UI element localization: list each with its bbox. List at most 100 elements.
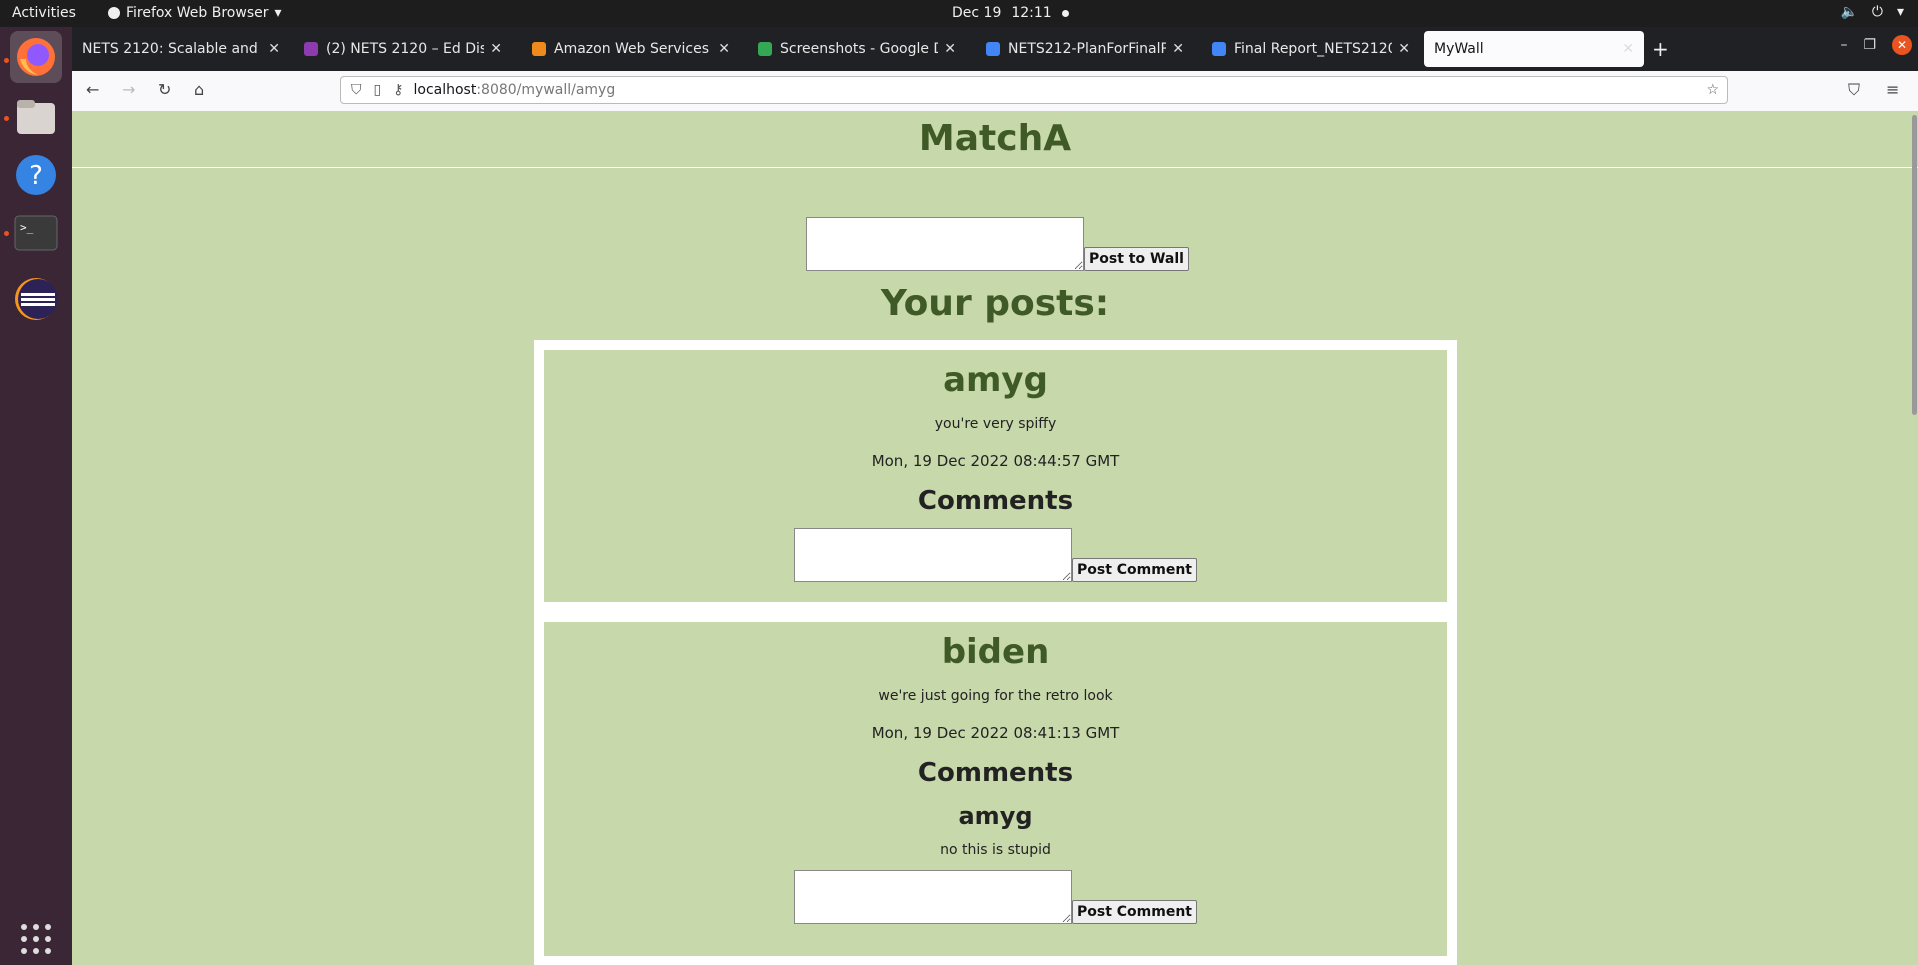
svg-text:>_: >_ (20, 221, 34, 234)
tab-label: Screenshots - Google Dri (780, 41, 939, 57)
chevron-down-icon: ▾ (274, 5, 282, 21)
tab-final-report[interactable]: Final Report_NETS2120 - ✕ (1202, 31, 1420, 67)
eclipse-icon (15, 278, 58, 320)
url-path: :8080/mywall/amyg (476, 82, 616, 98)
tab-label: Amazon Web Services Sig (554, 41, 712, 57)
minimize-icon[interactable]: – (1840, 37, 1847, 53)
docs-favicon-icon (1212, 42, 1226, 56)
close-window-icon[interactable]: ✕ (1892, 35, 1912, 55)
posts-list: amyg you're very spiffy Mon, 19 Dec 2022… (534, 340, 1457, 965)
folder-icon (17, 100, 55, 134)
page-info-icon[interactable]: ▯ (374, 82, 382, 98)
dock-help[interactable]: ? (10, 149, 62, 201)
chevron-down-icon: ▾ (1896, 4, 1904, 20)
page-content: MatchA Post to Wall Your posts: amyg you… (72, 111, 1918, 965)
apps-grid-icon (21, 924, 51, 954)
browser-window: NETS 2120: Scalable and Clo ✕ (2) NETS 2… (72, 27, 1918, 965)
tab-aws-signin[interactable]: Amazon Web Services Sig ✕ (522, 31, 740, 67)
close-tab-icon[interactable]: ✕ (268, 41, 280, 57)
restore-icon[interactable]: ❐ (1863, 37, 1876, 53)
new-tab-button[interactable]: + (1652, 37, 1669, 61)
comment-text: no this is stupid (940, 842, 1051, 858)
comments-heading: Comments (917, 758, 1074, 788)
running-indicator (4, 116, 9, 121)
post-content: you're very spiffy (934, 416, 1057, 432)
url-bar[interactable]: ⛉ ▯ ⚷ localhost:8080/mywall/amyg ☆ (340, 76, 1728, 104)
running-indicator (4, 58, 9, 63)
page-scrollbar[interactable] (1910, 111, 1918, 965)
wall-post-input[interactable] (806, 217, 1084, 271)
tab-google-drive[interactable]: Screenshots - Google Dri ✕ (748, 31, 966, 67)
close-tab-icon[interactable]: ✕ (1398, 41, 1410, 57)
terminal-icon: >_ (14, 215, 58, 251)
close-tab-icon[interactable]: ✕ (718, 41, 730, 57)
scrollbar-thumb[interactable] (1912, 115, 1917, 415)
help-icon: ? (16, 155, 56, 195)
post-timestamp: Mon, 19 Dec 2022 08:41:13 GMT (871, 724, 1120, 742)
close-tab-icon[interactable]: ✕ (944, 41, 956, 57)
post-author[interactable]: amyg (544, 360, 1447, 400)
dock-firefox[interactable] (10, 31, 62, 83)
post-card: biden we're just going for the retro loo… (544, 622, 1447, 956)
app-menu[interactable]: Firefox Web Browser ▾ (108, 5, 282, 21)
svg-text:?: ? (29, 161, 43, 191)
back-arrow-icon[interactable]: ← (86, 80, 99, 99)
drive-favicon-icon (758, 42, 772, 56)
tab-label: MyWall (1434, 41, 1484, 57)
hamburger-menu-icon[interactable]: ≡ (1886, 80, 1899, 99)
key-icon[interactable]: ⚷ (393, 82, 403, 98)
system-top-bar: Activities Firefox Web Browser ▾ Dec 19 … (0, 0, 1918, 27)
comment-form: Post Comment (544, 870, 1447, 924)
url-text: localhost:8080/mywall/amyg (413, 82, 615, 98)
post-comment-button[interactable]: Post Comment (1071, 900, 1197, 924)
comment-input[interactable] (793, 528, 1072, 582)
docs-favicon-icon (986, 42, 1000, 56)
post-to-wall-button[interactable]: Post to Wall (1084, 247, 1189, 271)
pocket-icon[interactable]: ⛉ (1848, 80, 1860, 100)
bookmark-star-icon[interactable]: ☆ (1706, 82, 1719, 98)
close-tab-icon[interactable]: ✕ (1622, 41, 1634, 57)
tab-strip: NETS 2120: Scalable and Clo ✕ (2) NETS 2… (72, 27, 1918, 71)
comments-heading: Comments (917, 486, 1074, 516)
comment-author: amyg (958, 802, 1033, 830)
reload-icon[interactable]: ↻ (158, 80, 171, 99)
notification-dot-icon (1061, 9, 1069, 17)
close-tab-icon[interactable]: ✕ (490, 41, 502, 57)
comment-form: Post Comment (544, 528, 1447, 582)
volume-icon: 🔈 (1840, 4, 1858, 20)
tab-mywall[interactable]: MyWall ✕ (1424, 31, 1644, 67)
post-author[interactable]: biden (544, 632, 1447, 672)
clock[interactable]: Dec 19 12:11 (952, 5, 1069, 21)
activities-button[interactable]: Activities (12, 5, 76, 21)
system-menu[interactable]: 🔈 ⏻ ▾ (1840, 4, 1904, 20)
dock-terminal[interactable]: >_ (10, 207, 62, 259)
wall-post-composer: Post to Wall (806, 217, 1189, 271)
tab-ed-discussion[interactable]: (2) NETS 2120 – Ed Discu ✕ (294, 31, 512, 67)
site-title: MatchA (918, 118, 1072, 159)
post-content: we're just going for the retro look (878, 688, 1113, 704)
running-indicator (4, 231, 9, 236)
post-comment-button[interactable]: Post Comment (1071, 558, 1197, 582)
tab-label: NETS 2120: Scalable and Clo (82, 41, 262, 57)
site-header: MatchA (72, 111, 1918, 168)
navigation-toolbar: ← → ↻ ⌂ ⛉ ▯ ⚷ localhost:8080/mywall/amyg… (72, 71, 1918, 112)
show-applications-button[interactable] (10, 913, 62, 965)
url-host: localhost (413, 82, 477, 98)
tab-plan-doc[interactable]: NETS212-PlanForFinalPr ✕ (976, 31, 1194, 67)
firefox-icon (17, 38, 55, 76)
forward-arrow-icon[interactable]: → (122, 80, 135, 99)
ed-favicon-icon (304, 42, 318, 56)
close-tab-icon[interactable]: ✕ (1172, 41, 1184, 57)
date-label: Dec 19 (952, 5, 1002, 21)
aws-favicon-icon (532, 42, 546, 56)
time-label: 12:11 (1011, 5, 1052, 21)
post-card: amyg you're very spiffy Mon, 19 Dec 2022… (544, 350, 1447, 602)
home-icon[interactable]: ⌂ (194, 80, 204, 99)
comment-input[interactable] (793, 870, 1072, 924)
window-controls: – ❐ ✕ (1840, 35, 1912, 55)
tab-nets2120-course[interactable]: NETS 2120: Scalable and Clo ✕ (72, 31, 290, 67)
tab-label: NETS212-PlanForFinalPr (1008, 41, 1167, 57)
shield-icon[interactable]: ⛉ (351, 82, 362, 98)
dock-eclipse[interactable] (10, 273, 62, 325)
dock-files[interactable] (10, 91, 62, 143)
